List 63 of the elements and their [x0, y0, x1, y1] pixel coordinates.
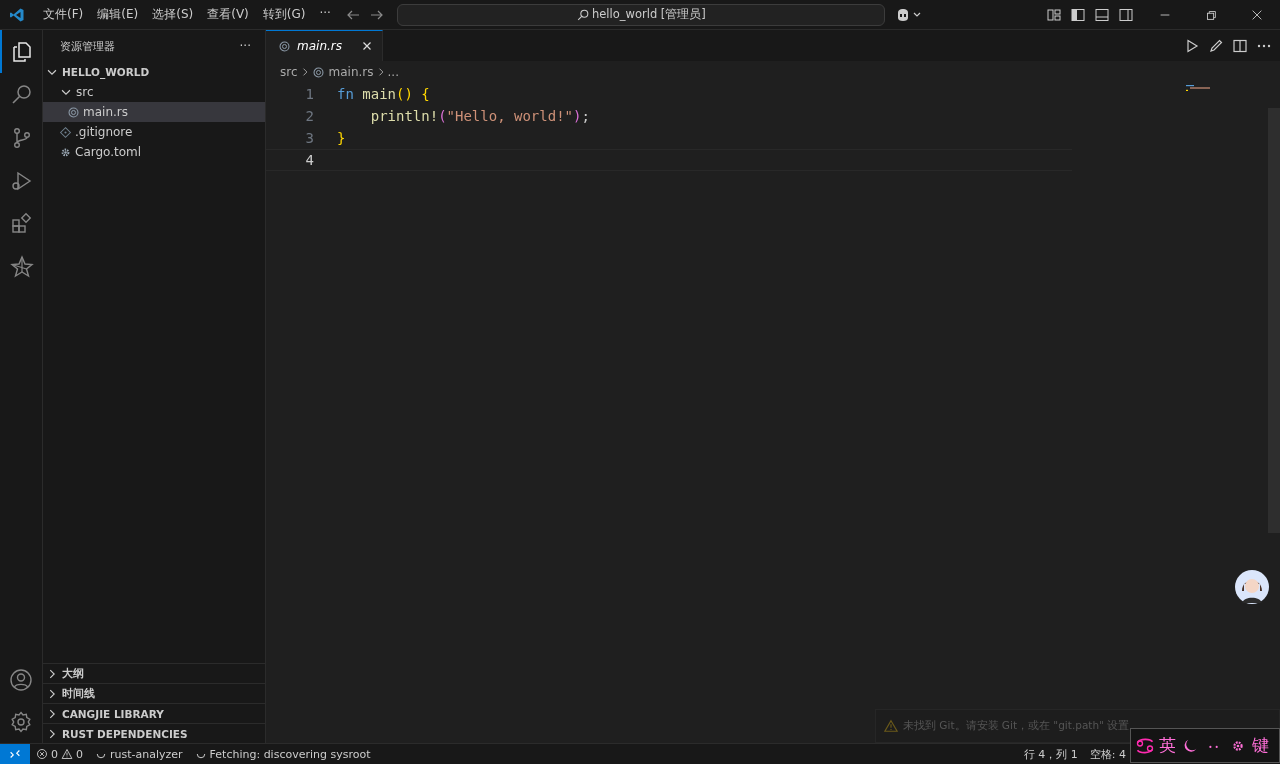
person-icon: [1234, 569, 1270, 605]
warning-icon: [61, 748, 73, 760]
menu-item[interactable]: 转到(G): [256, 4, 312, 25]
code-line: println!("Hello, world!");: [369, 108, 590, 124]
menu-item[interactable]: 编辑(E): [91, 4, 145, 25]
input-mode-toggle[interactable]: 英: [1159, 734, 1176, 757]
sidebar-title: 资源管理器: [60, 38, 115, 54]
section-header[interactable]: CANGJIE LIBRARY: [43, 703, 265, 723]
code-line: }: [337, 130, 346, 146]
menu-item[interactable]: 选择(S): [146, 4, 200, 25]
diamond-icon: [59, 125, 72, 139]
line-number: 4: [304, 152, 315, 168]
problems-button[interactable]: 0 0: [30, 747, 89, 761]
code-logo-icon: [9, 6, 25, 23]
line-number: 2: [304, 108, 315, 124]
search-icon: [576, 7, 590, 22]
section-header[interactable]: 大纲: [43, 663, 265, 683]
status-item[interactable]: 行 4，列 1: [1017, 746, 1084, 762]
layout-icon[interactable]: [1046, 6, 1062, 23]
panel-toggle-icon[interactable]: [1094, 6, 1110, 23]
cancer-sign-icon[interactable]: [1135, 736, 1155, 755]
status-item[interactable]: 空格: 4: [1083, 746, 1132, 762]
status-item[interactable]: Fetching: discovering sysroot: [188, 747, 377, 761]
minimap-drawing: [1186, 85, 1210, 91]
line-number: 1: [304, 86, 315, 102]
rust-file-icon: [278, 39, 291, 53]
account-icon[interactable]: [9, 668, 33, 692]
sidebar-toggle-icon[interactable]: [1070, 6, 1086, 23]
files-icon[interactable]: [10, 39, 34, 64]
split-editor-icon[interactable]: [1232, 37, 1248, 54]
star-icon[interactable]: [10, 254, 34, 279]
menu-item[interactable]: 查看(V): [201, 4, 255, 25]
secondary-sidebar-icon[interactable]: [1118, 6, 1134, 23]
error-icon: [36, 748, 48, 760]
rust-file-icon: [67, 105, 80, 119]
more-actions-button[interactable]: ···: [237, 39, 253, 53]
run-icon[interactable]: [1184, 37, 1200, 54]
search-text: hello_world [管理员]: [592, 7, 706, 22]
section-header[interactable]: 时间线: [43, 683, 265, 703]
pencil-icon[interactable]: [1208, 37, 1224, 54]
more-menu-button[interactable]: ···: [313, 4, 337, 25]
assistant-avatar[interactable]: [1234, 569, 1270, 605]
status-item[interactable]: rust-analyzer: [89, 747, 189, 761]
extensions-icon[interactable]: [10, 211, 34, 236]
rust-file-icon: [311, 65, 325, 79]
command-center-search[interactable]: hello_world [管理员]: [396, 3, 885, 26]
menu-item[interactable]: 文件(F): [37, 4, 90, 25]
editor-tab[interactable]: main.rs: [266, 30, 383, 61]
remote-button[interactable]: [0, 744, 30, 764]
warning-icon: [884, 719, 898, 733]
settings-icon[interactable]: [9, 710, 33, 734]
file-item[interactable]: main.rs: [43, 102, 265, 122]
breadcrumb-item[interactable]: src: [280, 65, 298, 79]
breadcrumb-item[interactable]: ...: [387, 65, 399, 79]
breadcrumb-item[interactable]: main.rs: [311, 65, 374, 79]
remote-icon: [8, 747, 22, 761]
file-item[interactable]: .gitignore: [43, 122, 265, 142]
keyboard-toggle[interactable]: 键: [1252, 734, 1269, 757]
code-line: fn main() {: [337, 86, 430, 102]
folder-item[interactable]: src: [43, 82, 265, 102]
file-item[interactable]: Cargo.toml: [43, 142, 265, 162]
folder-header[interactable]: HELLO_WORLD: [43, 62, 265, 82]
line-number: 3: [304, 130, 315, 146]
